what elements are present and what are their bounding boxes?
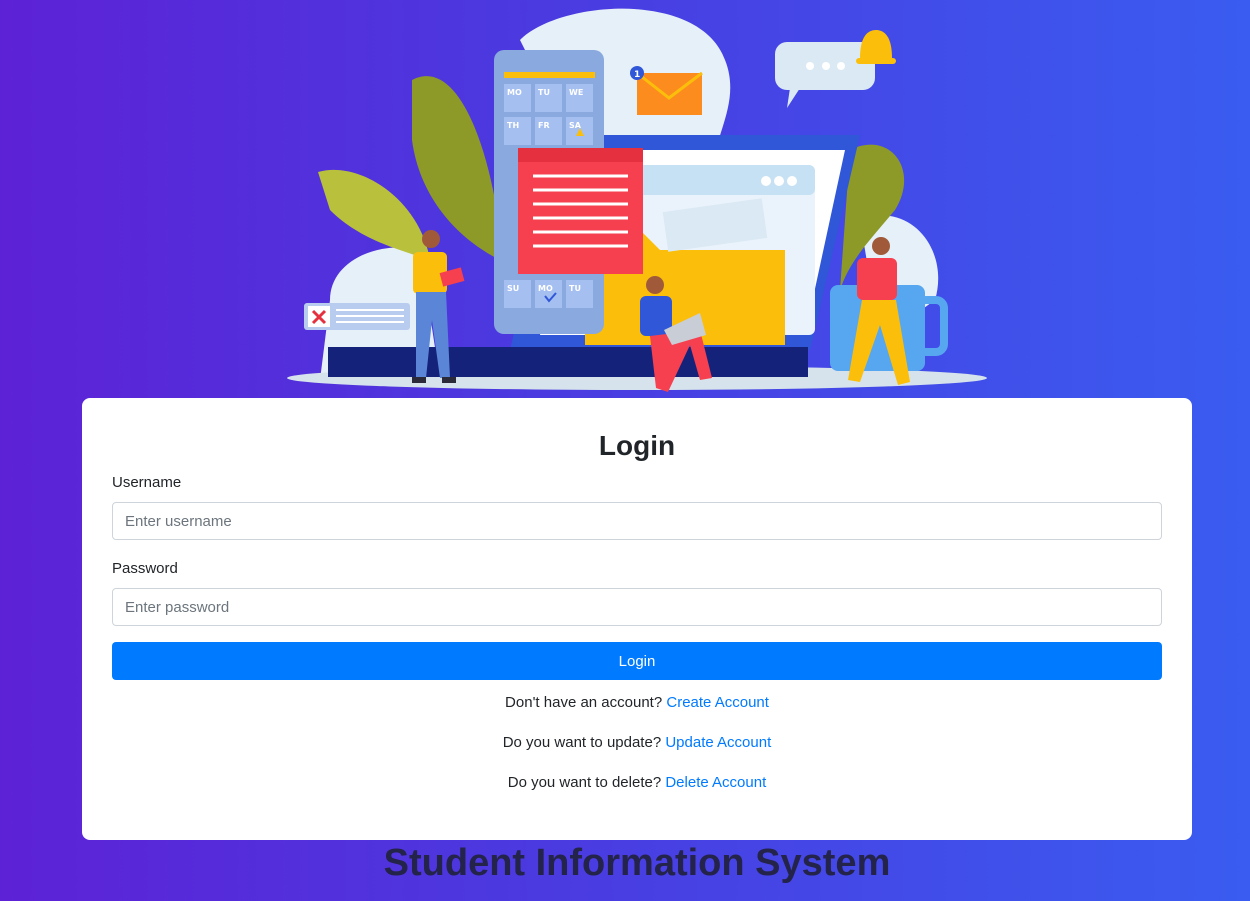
- username-label: Username: [112, 474, 182, 491]
- delete-account-text: Do you want to delete?: [507, 774, 662, 791]
- cal-day-tu: TU: [538, 88, 550, 97]
- mail-badge: 1: [634, 70, 640, 80]
- cal-day-fr: FR: [538, 121, 550, 130]
- cal-day-we: WE: [569, 88, 583, 97]
- username-input[interactable]: [112, 502, 1162, 540]
- password-label: Password: [112, 560, 178, 577]
- cal-day-su: SU: [507, 284, 519, 293]
- cal-day-th: TH: [507, 121, 519, 130]
- delete-account-link[interactable]: Delete Account: [665, 774, 766, 791]
- update-account-text: Do you want to update?: [502, 734, 662, 751]
- login-title: Login: [598, 430, 676, 461]
- update-account-row: Do you want to update? Update Account: [82, 734, 1192, 751]
- hero-illustration: MO TU WE TH FR SA SU MO TU 1: [287, 8, 987, 392]
- update-account-link[interactable]: Update Account: [665, 734, 771, 751]
- create-account-text: Don't have an account?: [505, 694, 663, 711]
- footer-title: Student Information System: [383, 842, 891, 884]
- cal-day-mo: MO: [507, 88, 522, 97]
- cal-day-tu2: TU: [569, 284, 581, 293]
- login-card: Login Username Password Login Don't have…: [82, 398, 1192, 840]
- cal-day-mo2: MO: [538, 284, 553, 293]
- create-account-link[interactable]: Create Account: [666, 694, 769, 711]
- delete-account-row: Do you want to delete? Delete Account: [82, 774, 1192, 791]
- create-account-row: Don't have an account? Create Account: [82, 694, 1192, 711]
- password-input[interactable]: [112, 588, 1162, 626]
- login-button[interactable]: Login: [112, 642, 1162, 680]
